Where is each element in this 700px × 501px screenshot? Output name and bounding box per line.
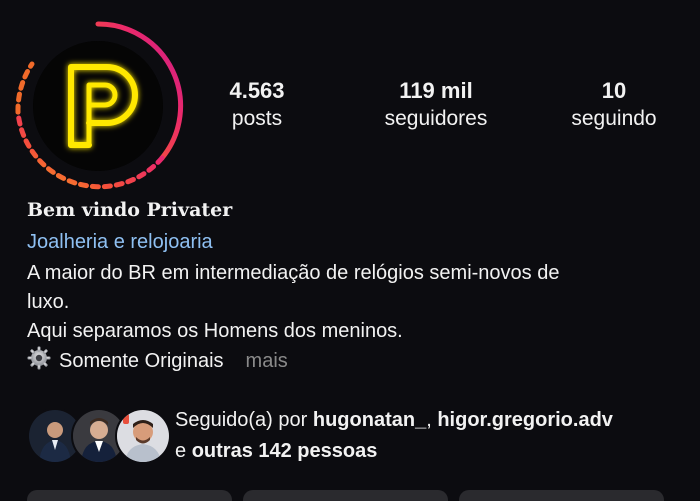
followers-label: seguidores: [384, 107, 488, 130]
mutual-username[interactable]: hugonatan_: [313, 409, 426, 431]
followed-by-and: e: [175, 440, 187, 462]
followed-by-separator: ,: [426, 409, 432, 431]
mutual-username[interactable]: higor.gregorio.adv: [437, 409, 613, 431]
profile-category-link[interactable]: Joalheria e relojoaria: [27, 231, 213, 254]
profile-avatar[interactable]: [12, 20, 184, 192]
followers-count: 119 mil: [399, 78, 473, 103]
posts-stat[interactable]: 4.563 posts: [177, 77, 337, 133]
profile-bio: A maior do BR em intermediação de relógi…: [27, 259, 677, 379]
profile-name: Bem vindo Privater: [27, 199, 233, 221]
followers-stat[interactable]: 119 mil seguidores: [356, 77, 516, 133]
bio-line: A maior do BR em intermediação de relógi…: [27, 262, 560, 284]
contact-button[interactable]: [459, 490, 664, 501]
posts-label: posts: [231, 107, 283, 130]
gear-icon: [27, 346, 51, 379]
followed-by-text[interactable]: Seguido(a) por hugonatan_, higor.gregori…: [175, 405, 695, 467]
follow-button[interactable]: [27, 490, 232, 501]
posts-count: 4.563: [229, 78, 285, 103]
following-count: 10: [601, 78, 627, 103]
followed-by-prefix: Seguido(a) por: [175, 409, 308, 431]
followed-by-others[interactable]: outras 142 pessoas: [192, 440, 378, 462]
neon-p-logo-icon: [33, 41, 163, 171]
mutual-avatar: [115, 408, 171, 464]
following-stat[interactable]: 10 seguindo: [534, 77, 694, 133]
instagram-profile-header: 4.563 posts 119 mil seguidores 10 seguin…: [0, 0, 700, 501]
bio-line-last: Somente Originais mais: [27, 346, 677, 379]
bio-highlight-text: Somente Originais: [59, 350, 224, 372]
avatar-image: [33, 41, 163, 171]
more-link[interactable]: mais: [246, 350, 288, 372]
bio-line: Aqui separamos os Homens dos meninos.: [27, 320, 403, 342]
following-label: seguindo: [571, 107, 657, 130]
bio-line: luxo.: [27, 291, 70, 313]
mutual-followers-avatars[interactable]: [27, 408, 171, 464]
message-button[interactable]: [243, 490, 448, 501]
